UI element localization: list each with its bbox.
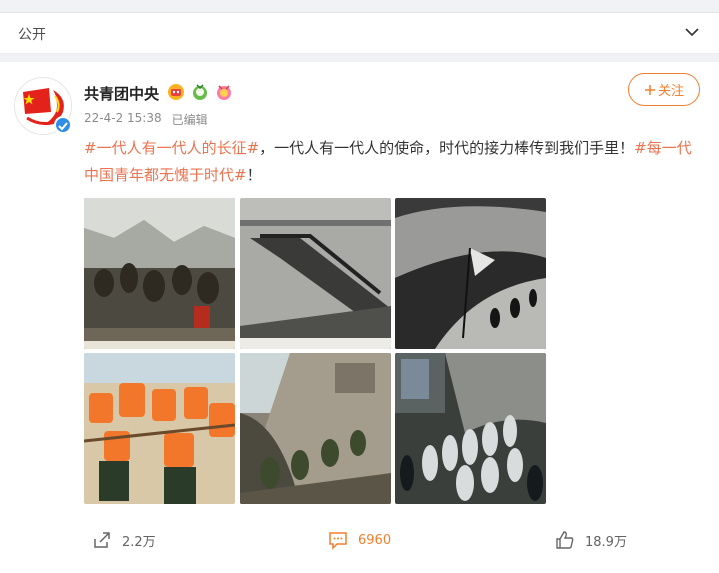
comment-icon <box>329 532 347 550</box>
edited-label[interactable]: 已编辑 <box>172 111 208 128</box>
comment-count: 6960 <box>358 532 392 548</box>
post-meta: 22-4-2 15:38 已编辑 <box>84 111 208 128</box>
follow-button[interactable]: 关注 <box>628 73 700 106</box>
chevron-down-icon[interactable] <box>683 23 701 41</box>
user-badges <box>166 82 234 102</box>
post-image-flood-rescue-photo[interactable] <box>84 353 235 504</box>
weibo-post-card: 共青团中央 22-4-2 15:38 已编辑 关注 #一代人有一代人的长征#，一… <box>0 62 719 573</box>
share-icon <box>94 532 110 548</box>
post-image-long-march-painting[interactable] <box>84 198 235 349</box>
thumbs-up-icon <box>556 531 574 549</box>
hashtag-link[interactable]: #一代人有一代人的长征# <box>84 139 259 157</box>
follow-label: 关注 <box>657 84 684 99</box>
visibility-bar[interactable]: 公开 <box>0 12 719 54</box>
like-count: 18.9万 <box>585 534 627 550</box>
author-name[interactable]: 共青团中央 <box>84 83 159 104</box>
share-button[interactable]: 2.2万 <box>92 530 156 550</box>
post-time[interactable]: 22-4-2 15:38 <box>84 111 162 128</box>
green-badge-icon[interactable] <box>190 82 210 102</box>
visibility-label: 公开 <box>18 27 46 43</box>
post-text-end: ！ <box>246 166 262 184</box>
action-bar: 2.2万 6960 18.9万 <box>0 524 719 560</box>
like-button[interactable]: 18.9万 <box>555 530 627 550</box>
post-text: ，一代人有一代人的使命，时代的接力棒传到我们手里！ <box>259 139 635 157</box>
verified-badge-icon <box>54 116 72 134</box>
comment-button[interactable]: 6960 <box>328 530 391 550</box>
plus-icon <box>644 84 655 95</box>
pink-badge-icon[interactable] <box>214 82 234 102</box>
fan-badge-icon[interactable] <box>166 82 186 102</box>
post-image-medical-workers-photo[interactable] <box>395 353 546 504</box>
share-count: 2.2万 <box>122 534 156 550</box>
post-image-landslide-rescue-photo[interactable] <box>240 353 391 504</box>
post-content: #一代人有一代人的长征#，一代人有一代人的使命，时代的接力棒传到我们手里！#每一… <box>84 135 704 189</box>
post-image-river-crossing-photo[interactable] <box>240 198 391 349</box>
post-image-mountain-march-photo[interactable] <box>395 198 546 349</box>
